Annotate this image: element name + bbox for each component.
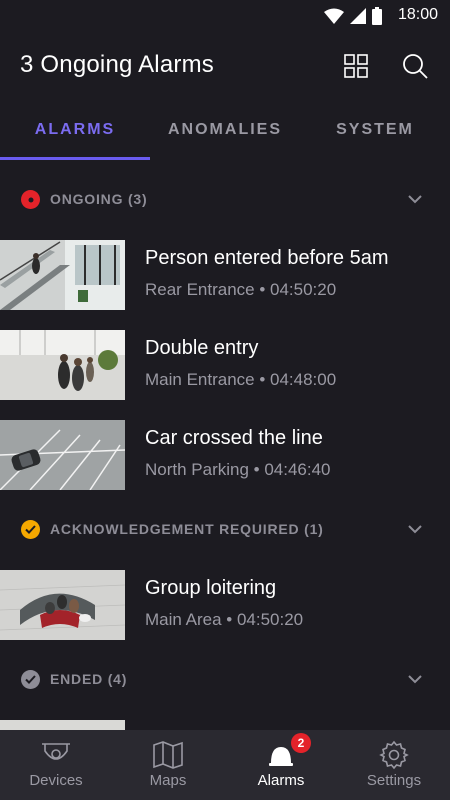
alarm-subtitle: Main Area • 04:50:20 (145, 610, 304, 629)
camera-dome-icon (39, 740, 73, 770)
gear-icon (377, 740, 411, 770)
staircase-camera-thumbnail (0, 240, 125, 310)
section-header-ongoing[interactable]: ONGOING (3) (0, 170, 450, 230)
status-icons (324, 6, 382, 26)
list-item[interactable]: Double entry Main Entrance • 04:48:00 (0, 320, 450, 410)
chevron-down-icon[interactable] (406, 192, 424, 206)
nav-label: Settings (366, 772, 422, 789)
bottom-navigation: Devices Maps 2 Alarms Settings (0, 730, 450, 800)
section-label: ONGOING (3) (50, 191, 148, 207)
section-label: ACKNOWLEDGEMENT REQUIRED (1) (50, 521, 324, 537)
partial-camera-thumbnail (0, 720, 125, 730)
app-bar: 3 Ongoing Alarms (0, 32, 450, 100)
grid-view-button[interactable] (342, 52, 370, 80)
tab-anomalies[interactable]: ANOMALIES (150, 100, 300, 160)
status-bar: 18:00 (0, 0, 450, 32)
page-title: 3 Ongoing Alarms (20, 51, 214, 78)
wifi-icon (324, 8, 344, 24)
alarm-list[interactable]: ONGOING (3) Person entered before 5am Re… (0, 160, 450, 730)
section-label: ENDED (4) (50, 671, 128, 687)
nav-label: Devices (29, 772, 83, 789)
search-icon (403, 54, 428, 79)
list-item[interactable] (0, 710, 450, 730)
chevron-down-icon[interactable] (406, 522, 424, 536)
tab-bar: ALARMS ANOMALIES SYSTEM (0, 100, 450, 160)
signal-icon (350, 8, 366, 24)
lobby-camera-thumbnail (0, 330, 125, 400)
section-header-acknowledgement[interactable]: ACKNOWLEDGEMENT REQUIRED (1) (0, 500, 450, 560)
nav-maps[interactable]: Maps (112, 730, 224, 800)
check-circle-icon (21, 520, 40, 539)
notification-badge: 2 (291, 733, 311, 753)
tab-system[interactable]: SYSTEM (300, 100, 450, 160)
battery-icon (372, 7, 382, 25)
nav-devices[interactable]: Devices (0, 730, 112, 800)
section-header-ended[interactable]: ENDED (4) (0, 650, 450, 710)
alarm-subtitle: Rear Entrance • 04:50:20 (145, 280, 337, 299)
nav-alarms[interactable]: 2 Alarms (225, 730, 337, 800)
list-item[interactable]: Group loitering Main Area • 04:50:20 (0, 560, 450, 650)
check-circle-icon (21, 670, 40, 689)
grid-view-icon (344, 54, 368, 78)
ongoing-dot-icon (21, 190, 40, 209)
lounge-camera-thumbnail (0, 570, 125, 640)
nav-label: Maps (149, 772, 187, 789)
alarm-subtitle: Main Entrance • 04:48:00 (145, 370, 337, 389)
search-button[interactable] (401, 52, 429, 80)
nav-settings[interactable]: Settings (338, 730, 450, 800)
parking-camera-thumbnail (0, 420, 125, 490)
alarm-title: Group loitering (145, 577, 277, 599)
chevron-down-icon[interactable] (406, 672, 424, 686)
alarm-title: Person entered before 5am (145, 247, 389, 269)
list-item[interactable]: Car crossed the line North Parking • 04:… (0, 410, 450, 500)
map-icon (151, 740, 185, 770)
nav-label: Alarms (257, 772, 305, 789)
alarm-subtitle: North Parking • 04:46:40 (145, 460, 331, 479)
alarm-title: Double entry (145, 337, 259, 359)
tab-alarms[interactable]: ALARMS (0, 100, 150, 160)
list-item[interactable]: Person entered before 5am Rear Entrance … (0, 230, 450, 320)
alarm-title: Car crossed the line (145, 427, 323, 449)
status-time: 18:00 (397, 6, 438, 23)
